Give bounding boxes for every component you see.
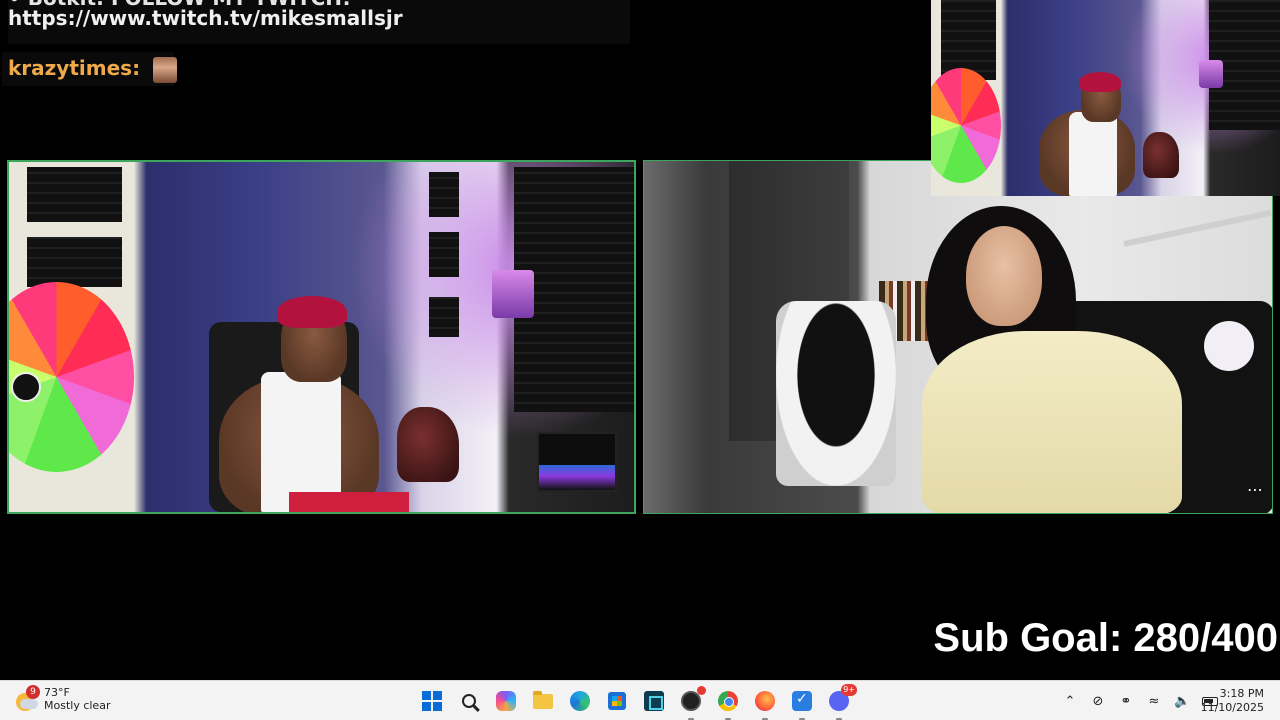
acoustic-panel: [429, 297, 459, 337]
video-pane-pip[interactable]: [931, 0, 1280, 196]
edge-button[interactable]: [568, 689, 592, 713]
discord-button[interactable]: 9+: [827, 684, 857, 720]
video-pane-left[interactable]: [7, 160, 636, 514]
wifi-icon[interactable]: ≈: [1146, 694, 1162, 709]
weather-badge: 9: [26, 685, 40, 699]
camera-off-icon[interactable]: ⊘: [1090, 694, 1106, 709]
weather-temp: 73°F: [44, 686, 70, 699]
todo-button[interactable]: [790, 689, 814, 720]
clock-time: 3:18 PM: [1219, 687, 1264, 700]
red-durag: [277, 296, 347, 328]
electric-fireplace: [537, 432, 617, 492]
recording-dot-icon: [697, 686, 706, 695]
windows-icon: [422, 691, 442, 711]
store-icon: [608, 692, 626, 710]
search-icon: [462, 694, 476, 708]
more-options-icon[interactable]: ⋯: [1247, 480, 1263, 499]
app-icon: [644, 691, 664, 711]
system-tray: ⌃ ⊘ ⚭ ≈ 🔈: [1062, 681, 1218, 720]
chrome-button[interactable]: [716, 689, 740, 720]
clock-date: 11/10/2025: [1200, 701, 1264, 714]
weather-widget[interactable]: 9 73°F Mostly clear: [14, 685, 111, 712]
white-tank-top: [1069, 112, 1117, 196]
edge-icon: [570, 691, 590, 711]
folder-icon: [533, 690, 553, 709]
sub-goal-text: Sub Goal: 280/400: [933, 616, 1278, 660]
discord-badge: 9+: [841, 684, 857, 696]
clock[interactable]: 3:18 PM 11/10/2025: [1201, 687, 1264, 715]
acoustic-panel: [27, 167, 122, 222]
acoustic-panel: [429, 172, 459, 217]
white-tank-top: [261, 372, 341, 512]
horse-statue: [1143, 132, 1179, 178]
microphone-icon[interactable]: ⚭: [1118, 694, 1134, 709]
acoustic-panel: [27, 237, 122, 287]
obs-button[interactable]: [679, 686, 706, 720]
todo-icon: [792, 691, 812, 711]
chrome-icon: [718, 691, 738, 711]
weather-condition: Mostly clear: [44, 699, 111, 712]
video-pane-right[interactable]: ⋯: [643, 160, 1273, 514]
acoustic-panel: [941, 0, 996, 80]
copilot-button[interactable]: [494, 689, 518, 713]
chat-username: krazytimes:: [8, 56, 141, 80]
emote-icon: [153, 56, 178, 83]
horse-statue: [397, 407, 459, 482]
gaming-chair-white: [776, 301, 896, 486]
start-button[interactable]: [420, 689, 444, 713]
acoustic-panel: [429, 232, 459, 277]
firefox-button[interactable]: [753, 689, 777, 720]
firefox-icon: [755, 691, 775, 711]
wheel-hub: [11, 372, 41, 402]
file-explorer-button[interactable]: [531, 689, 555, 713]
store-button[interactable]: [605, 689, 629, 713]
plush-toy: [1204, 321, 1254, 371]
red-durag: [1079, 72, 1121, 92]
chat-message-botkit: • Botkit: FOLLOW MY TWITCH! https://www.…: [8, 0, 630, 44]
volume-icon[interactable]: 🔈: [1174, 694, 1190, 709]
guest-face: [966, 226, 1042, 326]
taskbar-apps: 9+: [420, 681, 857, 720]
app-button[interactable]: [642, 689, 666, 713]
search-button[interactable]: [457, 689, 481, 713]
red-shorts: [289, 492, 409, 512]
purple-lamp: [492, 270, 534, 318]
copilot-icon: [496, 691, 516, 711]
guest-cardigan: [922, 331, 1182, 513]
chat-message-krazytimes: krazytimes:: [2, 52, 178, 86]
taskbar: 9 73°F Mostly clear ✓ 9+ ⌃ ⊘ ⚭ ≈ 🔈 3:18 …: [0, 680, 1280, 720]
chat-partial-line: • Botkit: FOLLOW MY TWITCH!: [8, 0, 351, 10]
chevron-up-icon[interactable]: ⌃: [1062, 694, 1078, 709]
purple-lamp: [1199, 60, 1223, 88]
weather-icon: 9: [14, 685, 40, 711]
